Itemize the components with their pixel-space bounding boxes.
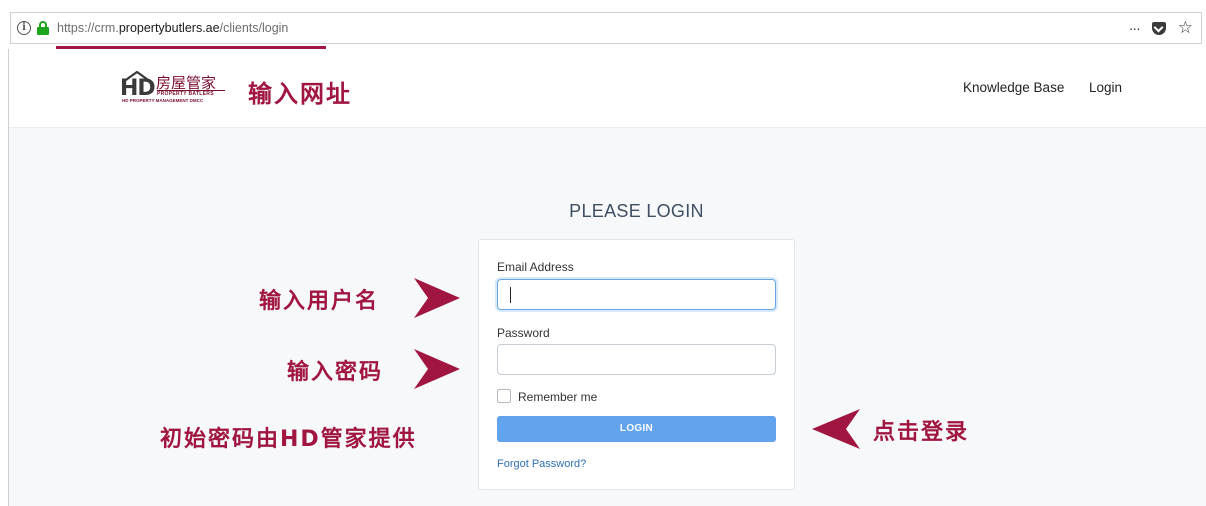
nav-knowledge-base[interactable]: Knowledge Base xyxy=(963,80,1064,95)
login-button[interactable]: LOGIN xyxy=(497,416,776,442)
annotation-enter-url: 输入网址 xyxy=(248,80,352,108)
annotation-enter-password: 输入密码 xyxy=(287,360,384,385)
nav-login[interactable]: Login xyxy=(1089,80,1122,95)
arrow-left-icon xyxy=(812,409,860,449)
logo-subtagline: HD PROPERTY MANAGEMENT DMCC xyxy=(122,98,204,103)
logo-tagline: PROPERTY BATLERS xyxy=(157,90,225,97)
password-field[interactable] xyxy=(497,344,776,375)
remember-me-checkbox[interactable] xyxy=(497,389,511,403)
annotation-enter-username: 输入用户名 xyxy=(259,289,380,314)
site-logo[interactable]: HD 房屋管家 PROPERTY BATLERS HD PROPERTY MAN… xyxy=(120,70,228,106)
password-label: Password xyxy=(497,326,550,340)
email-label: Email Address xyxy=(497,260,574,274)
more-actions-icon[interactable]: ··· xyxy=(1129,20,1141,36)
url-text[interactable]: https://crm.propertybutlers.ae/clients/l… xyxy=(57,21,288,35)
forgot-password-link[interactable]: Forgot Password? xyxy=(497,458,586,470)
pocket-icon[interactable] xyxy=(1151,21,1166,35)
email-field[interactable] xyxy=(497,279,776,310)
remember-me-label[interactable]: Remember me xyxy=(518,390,597,404)
page-title: PLEASE LOGIN xyxy=(569,201,704,221)
arrow-right-icon xyxy=(414,349,460,389)
info-icon[interactable]: i xyxy=(17,21,31,35)
text-caret xyxy=(510,287,511,303)
annotation-initial-password: 初始密码由HD管家提供 xyxy=(160,427,417,452)
annotation-click-login: 点击登录 xyxy=(873,420,970,445)
browser-url-bar[interactable]: i https://crm.propertybutlers.ae/clients… xyxy=(10,12,1202,44)
lock-icon xyxy=(37,21,49,35)
arrow-right-icon xyxy=(414,278,460,318)
bookmark-star-icon[interactable]: ☆ xyxy=(1178,18,1193,38)
